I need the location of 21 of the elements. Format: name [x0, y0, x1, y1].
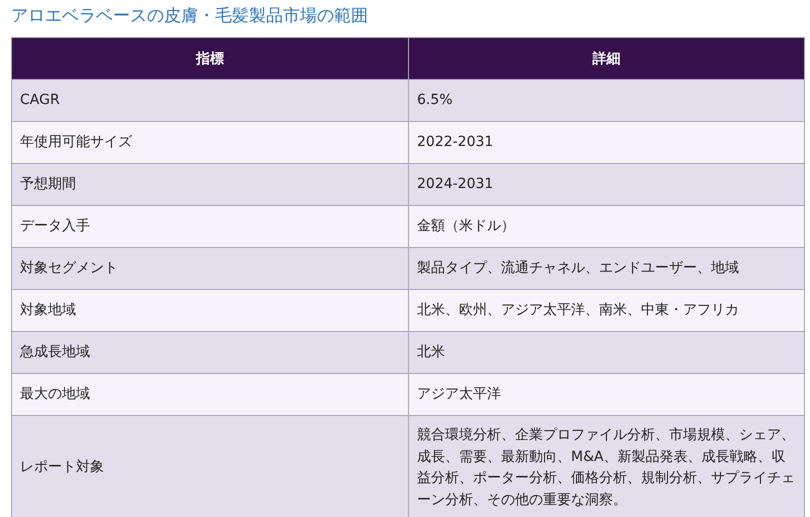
table-cell: 急成長地域	[12, 332, 408, 374]
table-cell: 競合環境分析、企業プロファイル分析、市場規模、シェア、成長、需要、最新動向、M&A、新製品発表、成長戦略、収益分析、ポーター分析、価格分析、規制分析、サプライチェーン分析、その他の重要な洞察。	[408, 416, 804, 517]
table-cell: データ入手	[12, 206, 408, 248]
table-cell: CAGR	[12, 80, 408, 122]
table-cell: 最大の地域	[12, 374, 408, 416]
table-cell: レポート対象	[12, 416, 408, 517]
table-cell: 対象セグメント	[12, 248, 408, 290]
table-cell: 6.5%	[408, 80, 804, 122]
table-cell: アジア太平洋	[408, 374, 804, 416]
table-cell: 2022-2031	[408, 122, 804, 164]
table-cell: 年使用可能サイズ	[12, 122, 408, 164]
table-cell: 北米、欧州、アジア太平洋、南米、中東・アフリカ	[408, 290, 804, 332]
table-title: アロエベラベースの皮膚・毛髪製品市場の範囲	[11, 5, 369, 28]
table-cell: 対象地域	[12, 290, 408, 332]
table-cell: 製品タイプ、流通チャネル、エンドユーザー、地域	[408, 248, 804, 290]
column-header: 詳細	[408, 38, 804, 80]
table-cell: 金額（米ドル）	[408, 206, 804, 248]
table-cell: 予想期間	[12, 164, 408, 206]
table-cell: 北米	[408, 332, 804, 374]
column-header: 指標	[12, 38, 408, 80]
table-cell: 2024-2031	[408, 164, 804, 206]
